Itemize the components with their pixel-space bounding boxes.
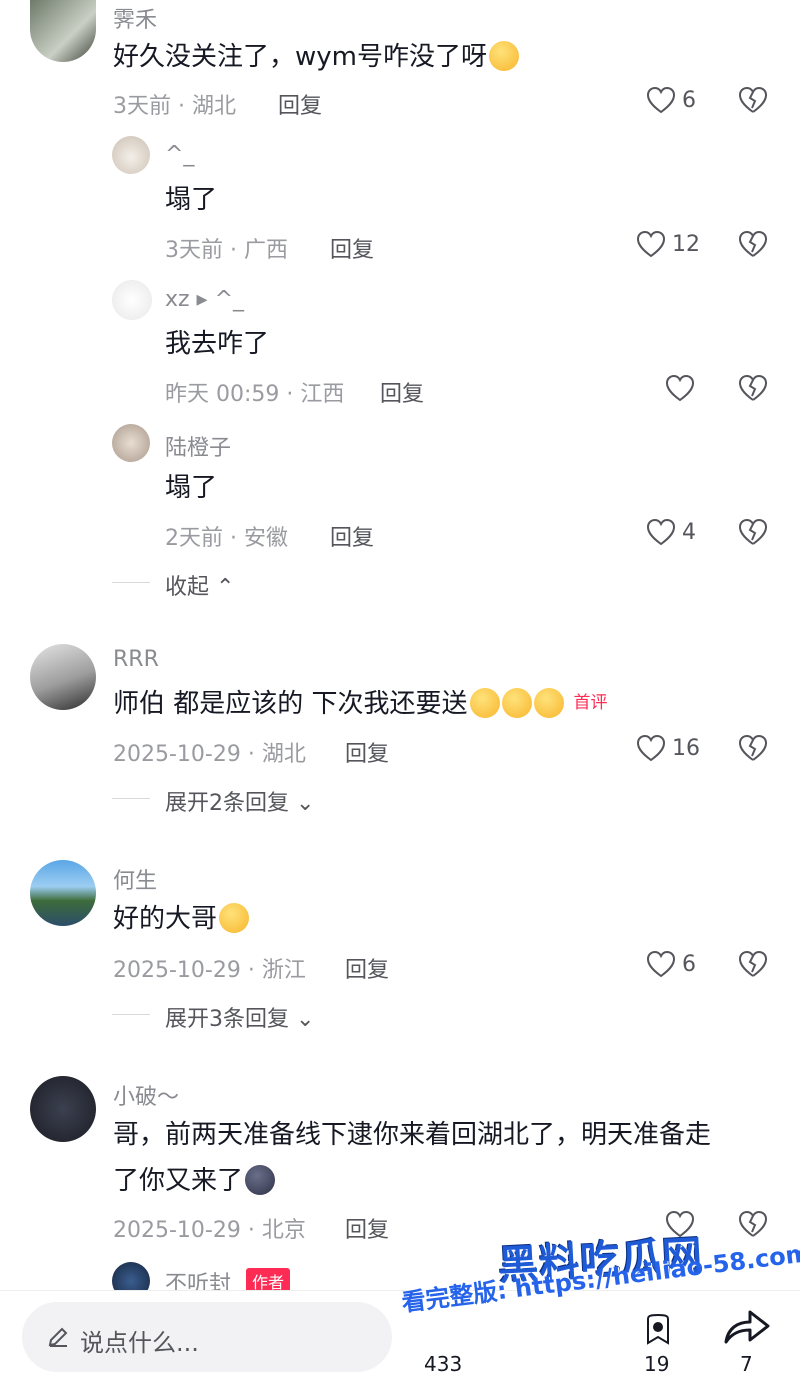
broken-heart-icon[interactable] bbox=[738, 1210, 768, 1238]
like-button[interactable]: 12 bbox=[636, 230, 700, 258]
heart-icon bbox=[636, 230, 666, 258]
share-icon[interactable] bbox=[722, 1308, 772, 1348]
like-button[interactable]: 6 bbox=[646, 86, 696, 114]
reply-username[interactable]: xz ▸ ^_ bbox=[165, 287, 244, 312]
avatar[interactable] bbox=[30, 860, 96, 926]
reply-meta: 2天前 · 安徽 bbox=[165, 526, 288, 551]
wink-tongue-emoji-icon bbox=[469, 688, 500, 718]
like-count: 12 bbox=[672, 231, 700, 257]
like-count: 6 bbox=[682, 87, 696, 113]
broken-heart-icon[interactable] bbox=[738, 86, 768, 114]
like-count: 6 bbox=[682, 951, 696, 977]
heart-icon bbox=[646, 950, 676, 978]
comment-meta: 2025-10-29 · 湖北 bbox=[113, 742, 306, 767]
comment-meta: 2025-10-29 · 浙江 bbox=[113, 958, 306, 983]
expand-replies-button[interactable]: 展开2条回复 ⌄ bbox=[165, 785, 314, 817]
reply-button[interactable]: 回复 bbox=[330, 520, 374, 552]
reply-meta: 3天前 · 广西 bbox=[165, 238, 288, 263]
heart-icon bbox=[646, 518, 676, 546]
like-button[interactable] bbox=[665, 374, 695, 402]
avatar[interactable] bbox=[30, 0, 96, 62]
comment-text: 好久没关注了，wym号咋没了呀 bbox=[113, 40, 519, 74]
avatar[interactable] bbox=[30, 1076, 96, 1142]
heart-icon bbox=[665, 374, 695, 402]
crying-emoji-icon bbox=[219, 903, 250, 933]
reply-button[interactable]: 回复 bbox=[345, 1212, 389, 1244]
first-comment-badge: 首评 bbox=[573, 693, 608, 713]
avatar[interactable] bbox=[112, 280, 152, 320]
share-count: 7 bbox=[740, 1352, 753, 1376]
collapse-replies-button[interactable]: 收起 ⌃ bbox=[165, 569, 234, 601]
comment-username[interactable]: 何生 bbox=[113, 863, 157, 895]
divider bbox=[112, 798, 150, 799]
like-button[interactable]: 4 bbox=[646, 518, 696, 546]
reply-text: 我去咋了 bbox=[165, 329, 270, 359]
broken-heart-icon[interactable] bbox=[738, 518, 768, 546]
reply-button[interactable]: 回复 bbox=[330, 232, 374, 264]
comment-text: 师伯 都是应该的 下次我还要送 首评 bbox=[113, 686, 608, 721]
avatar[interactable] bbox=[112, 424, 150, 462]
reply-username[interactable]: 陆橙子 bbox=[165, 430, 231, 462]
broken-heart-icon[interactable] bbox=[738, 950, 768, 978]
heart-icon bbox=[646, 86, 676, 114]
like-count: 4 bbox=[682, 519, 696, 545]
comment-text: 好的大哥 bbox=[113, 902, 250, 936]
broken-heart-icon[interactable] bbox=[738, 734, 768, 762]
reply-button[interactable]: 回复 bbox=[345, 736, 389, 768]
comment-input[interactable] bbox=[22, 1302, 392, 1372]
reply-username[interactable]: ^_ bbox=[165, 142, 194, 167]
reply-button[interactable]: 回复 bbox=[380, 376, 424, 408]
thinking-emoji-icon bbox=[488, 41, 519, 71]
divider bbox=[112, 1014, 150, 1015]
comment-username[interactable]: RRR bbox=[113, 647, 159, 672]
wink-tongue-emoji-icon bbox=[501, 688, 532, 718]
heart-icon bbox=[636, 734, 666, 762]
favorite-icon[interactable] bbox=[644, 1313, 672, 1347]
favorite-count: 19 bbox=[644, 1352, 670, 1376]
comment-input-placeholder: 说点什么... bbox=[80, 1329, 199, 1357]
avatar[interactable] bbox=[30, 644, 96, 710]
reply-button[interactable]: 回复 bbox=[345, 952, 389, 984]
reply-text: 塌了 bbox=[165, 473, 218, 503]
comment-username[interactable]: 霁禾 bbox=[113, 2, 157, 34]
comment-meta: 2025-10-29 · 北京 bbox=[113, 1218, 306, 1243]
avatar[interactable] bbox=[112, 136, 150, 174]
reply-text: 塌了 bbox=[165, 185, 218, 215]
reply-meta: 昨天 00:59 · 江西 bbox=[165, 382, 345, 407]
comment-username[interactable]: 小破～ bbox=[113, 1079, 179, 1111]
like-count-bottom: 433 bbox=[424, 1352, 463, 1376]
like-count: 16 bbox=[672, 735, 700, 761]
comment-text: 哥，前两天准备线下逮你来着回湖北了，明天准备走 bbox=[113, 1120, 712, 1150]
divider bbox=[112, 582, 150, 583]
wink-tongue-emoji-icon bbox=[533, 688, 564, 718]
comment-meta: 3天前 · 湖北 bbox=[113, 94, 236, 119]
broken-heart-icon[interactable] bbox=[738, 230, 768, 258]
broken-heart-icon[interactable] bbox=[738, 374, 768, 402]
reply-button[interactable]: 回复 bbox=[278, 88, 322, 120]
comment-text: 了你又来了 bbox=[113, 1164, 276, 1198]
dark-face-emoji-icon bbox=[245, 1165, 276, 1195]
pencil-icon bbox=[48, 1327, 68, 1347]
like-button[interactable]: 6 bbox=[646, 950, 696, 978]
like-button[interactable]: 16 bbox=[636, 734, 700, 762]
expand-replies-button[interactable]: 展开3条回复 ⌄ bbox=[165, 1001, 314, 1033]
